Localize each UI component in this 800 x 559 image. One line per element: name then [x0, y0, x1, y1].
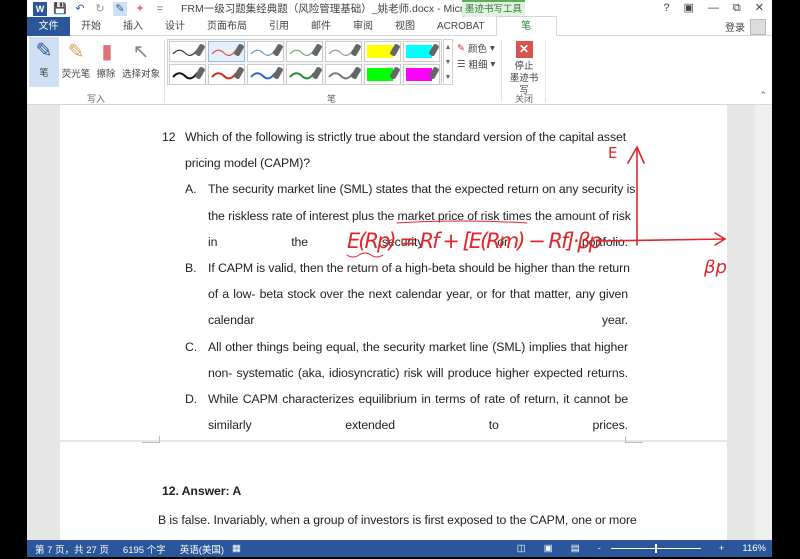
restore-icon[interactable]: ⧉ — [733, 0, 741, 17]
cursor-icon: ↖ — [132, 41, 150, 63]
option-letter: A. — [185, 182, 197, 197]
option-letter: C. — [185, 339, 198, 354]
option-text: similarly extended to prices. — [208, 418, 628, 433]
option-text: the riskless rate of interest plus the m… — [208, 208, 631, 223]
page-count[interactable]: 第 7 页，共 27 页 — [35, 542, 109, 556]
pen-swatch[interactable] — [325, 64, 362, 85]
tab-insert[interactable]: 插入 — [112, 17, 154, 36]
option-text: The security market line (SML) states th… — [208, 182, 636, 197]
redo-icon[interactable]: ↻ — [93, 2, 107, 16]
option-text: in the security or portfolio. — [208, 234, 628, 249]
tab-references[interactable]: 引用 — [258, 17, 300, 36]
avatar[interactable] — [750, 18, 766, 35]
ribbon-display-icon[interactable]: ▣ — [684, 0, 694, 17]
ribbon-tabs: 文件 开始 插入 设计 页面布局 引用 邮件 审阅 视图 ACROBAT 笔 — [27, 16, 772, 36]
pen-gallery — [167, 39, 442, 85]
eraser-icon[interactable]: ✦ — [133, 2, 147, 16]
color-button[interactable]: ✎ 颜色 ▾ — [457, 41, 495, 56]
word-count[interactable]: 6195 个字 — [123, 542, 166, 556]
highlighter-swatch[interactable] — [364, 64, 401, 85]
option-text: calendar year. — [208, 313, 628, 328]
option-letter: B. — [185, 261, 197, 275]
stop-inking-button[interactable]: ✕ 停止 墨迹书写 — [507, 41, 541, 97]
pen-swatch[interactable] — [208, 41, 245, 62]
language[interactable]: 英语(美国) — [180, 542, 224, 556]
close-icon[interactable]: ✕ — [755, 0, 764, 17]
close-x-icon: ✕ — [515, 41, 533, 58]
highlighter-swatch[interactable] — [403, 64, 440, 85]
pen-swatch[interactable] — [286, 41, 323, 62]
option-text: If CAPM is valid, then the return of a h… — [208, 261, 630, 275]
status-bar: 第 7 页，共 27 页 6195 个字 英语(美国) ▦ ◫ ▣ ▤ - + … — [27, 540, 772, 557]
web-layout-icon[interactable]: ▤ — [571, 543, 580, 554]
close-group-label: 关闭 — [515, 94, 534, 104]
option-text: All other things being equal, the securi… — [208, 339, 628, 354]
print-layout-icon[interactable]: ▣ — [544, 543, 553, 554]
title-bar: W 💾 ↶ ↻ ✎ ✦ = FRM一级习题集经典题（风险管理基础）_姚老师.do… — [27, 0, 772, 17]
highlighter-swatch[interactable] — [364, 41, 401, 62]
pen-color-icon: ✎ — [457, 42, 465, 54]
option-text: While CAPM characterizes equilibrium in … — [208, 392, 628, 406]
proofing-icon[interactable]: ▦ — [232, 543, 241, 554]
read-mode-icon[interactable]: ◫ — [517, 543, 526, 554]
pen-icon: ✎ — [35, 40, 53, 62]
vertical-scrollbar[interactable] — [755, 105, 772, 540]
thickness-button[interactable]: ☰ 粗细 ▾ — [457, 57, 495, 72]
thickness-icon: ☰ — [457, 58, 466, 70]
option-letter: D. — [185, 392, 198, 406]
tab-page-layout[interactable]: 页面布局 — [196, 17, 258, 36]
help-icon[interactable]: ? — [663, 0, 669, 17]
zoom-out-button[interactable]: - — [598, 543, 601, 554]
pen-mode-icon[interactable]: ✎ — [113, 1, 127, 16]
pen-button[interactable]: ✎ 笔 — [29, 37, 59, 87]
zoom-level[interactable]: 116% — [742, 543, 766, 554]
tab-home[interactable]: 开始 — [70, 17, 112, 36]
select-objects-button[interactable]: ↖ 选择对象 — [121, 38, 161, 80]
pen-swatch[interactable] — [247, 64, 284, 85]
ink-tools-context-title: 墨迹书写工具 — [462, 0, 525, 17]
login-link[interactable]: 登录 — [725, 19, 745, 34]
option-text: non- systematic (aka, idiosyncratic) ris… — [208, 365, 628, 380]
question-number: 12 — [162, 130, 176, 144]
customize-icon[interactable]: = — [153, 2, 167, 16]
pen-swatch[interactable] — [169, 64, 206, 85]
window-title: FRM一级习题集经典题（风险管理基础）_姚老师.docx - Microsoft… — [181, 3, 498, 15]
answer-text: B is false. Invariably, when a group of … — [158, 513, 637, 527]
word-logo-icon: W — [33, 1, 47, 16]
option-text: of a low- beta stock over the next calen… — [208, 287, 628, 302]
tab-review[interactable]: 审阅 — [342, 17, 384, 36]
word-window: W 💾 ↶ ↻ ✎ ✦ = FRM一级习题集经典题（风险管理基础）_姚老师.do… — [27, 0, 772, 557]
question-text: pricing model (CAPM)? — [185, 156, 311, 171]
pen-swatch[interactable] — [286, 64, 323, 85]
eraser-button[interactable]: ▮ 擦除 — [93, 38, 119, 80]
quick-access-toolbar: W 💾 ↶ ↻ ✎ ✦ = — [27, 1, 167, 16]
write-group-label: 写入 — [87, 94, 106, 104]
gallery-scroll[interactable]: ▲ ▼ ▼ — [443, 39, 453, 85]
ribbon: ✎ 笔 ✎ 荧光笔 ▮ 擦除 ↖ 选择对象 写入 ▲ ▼ ▼ ✎ 颜色 ▾ ☰ 粗细 ▾ 笔… — [27, 36, 772, 105]
document-area: 12 Which of the following is strictly tru… — [27, 105, 772, 540]
tab-view[interactable]: 视图 — [384, 17, 426, 36]
tab-pen[interactable]: 笔 — [495, 16, 557, 36]
undo-icon[interactable]: ↶ — [73, 2, 87, 16]
tab-file[interactable]: 文件 — [27, 16, 70, 36]
highlighter-swatch[interactable] — [403, 41, 440, 62]
pen-swatch[interactable] — [169, 41, 206, 62]
minimize-icon[interactable]: — — [708, 0, 719, 17]
highlighter-icon: ✎ — [67, 41, 85, 63]
tab-mailings[interactable]: 邮件 — [300, 17, 342, 36]
question-text: Which of the following is strictly true … — [185, 130, 627, 144]
tab-acrobat[interactable]: ACROBAT — [426, 17, 496, 36]
pen-swatch[interactable] — [325, 41, 362, 62]
save-icon[interactable]: 💾 — [53, 2, 67, 16]
pen-group-label: 笔 — [327, 94, 337, 104]
pen-swatch[interactable] — [247, 41, 284, 62]
highlighter-button[interactable]: ✎ 荧光笔 — [61, 38, 91, 80]
tab-design[interactable]: 设计 — [154, 17, 196, 36]
pen-swatch[interactable] — [208, 64, 245, 85]
collapse-ribbon-icon[interactable]: ⌃ — [759, 90, 767, 101]
eraser-icon: ▮ — [101, 41, 113, 63]
zoom-slider[interactable] — [610, 544, 701, 553]
zoom-in-button[interactable]: + — [719, 543, 725, 554]
answer-heading: 12. Answer: A — [162, 484, 242, 498]
